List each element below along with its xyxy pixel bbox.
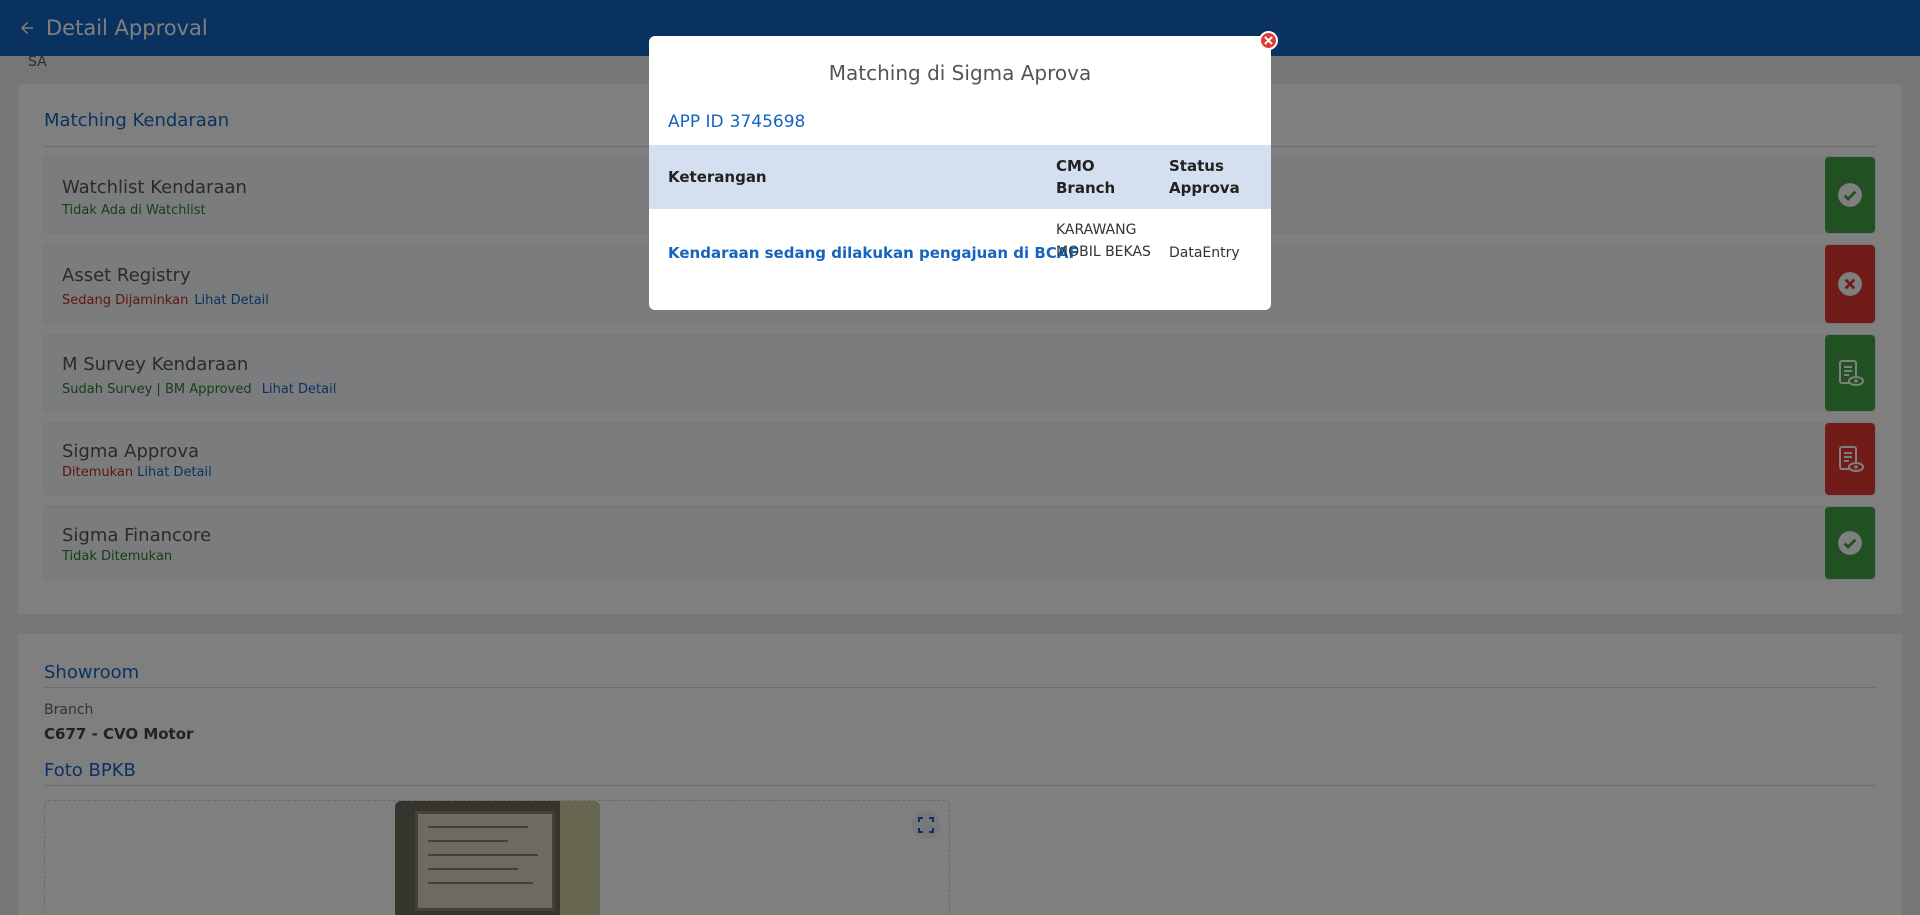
col-cmo-branch: CMO Branch [1056,157,1116,197]
app-id-value: 3745698 [729,112,806,132]
row-keterangan[interactable]: Kendaraan sedang dilakukan pengajuan di … [668,242,1079,264]
row-cmo-branch: KARAWANG MOBIL BEKAS [1056,222,1151,260]
close-icon[interactable] [1259,31,1278,50]
modal-title: Matching di Sigma Aprova [828,61,1092,85]
app-id-label: APP ID [668,112,724,132]
row-status: DataEntry [1169,245,1240,261]
sigma-aprova-modal: Matching di Sigma Aprova APP ID 3745698 K… [649,36,1271,310]
col-status-approva: Status Approva [1169,157,1240,197]
col-keterangan: Keterangan [668,168,767,186]
app-id: APP ID 3745698 [668,112,805,132]
table-header: Keterangan CMO Branch Status Approva [649,145,1271,209]
